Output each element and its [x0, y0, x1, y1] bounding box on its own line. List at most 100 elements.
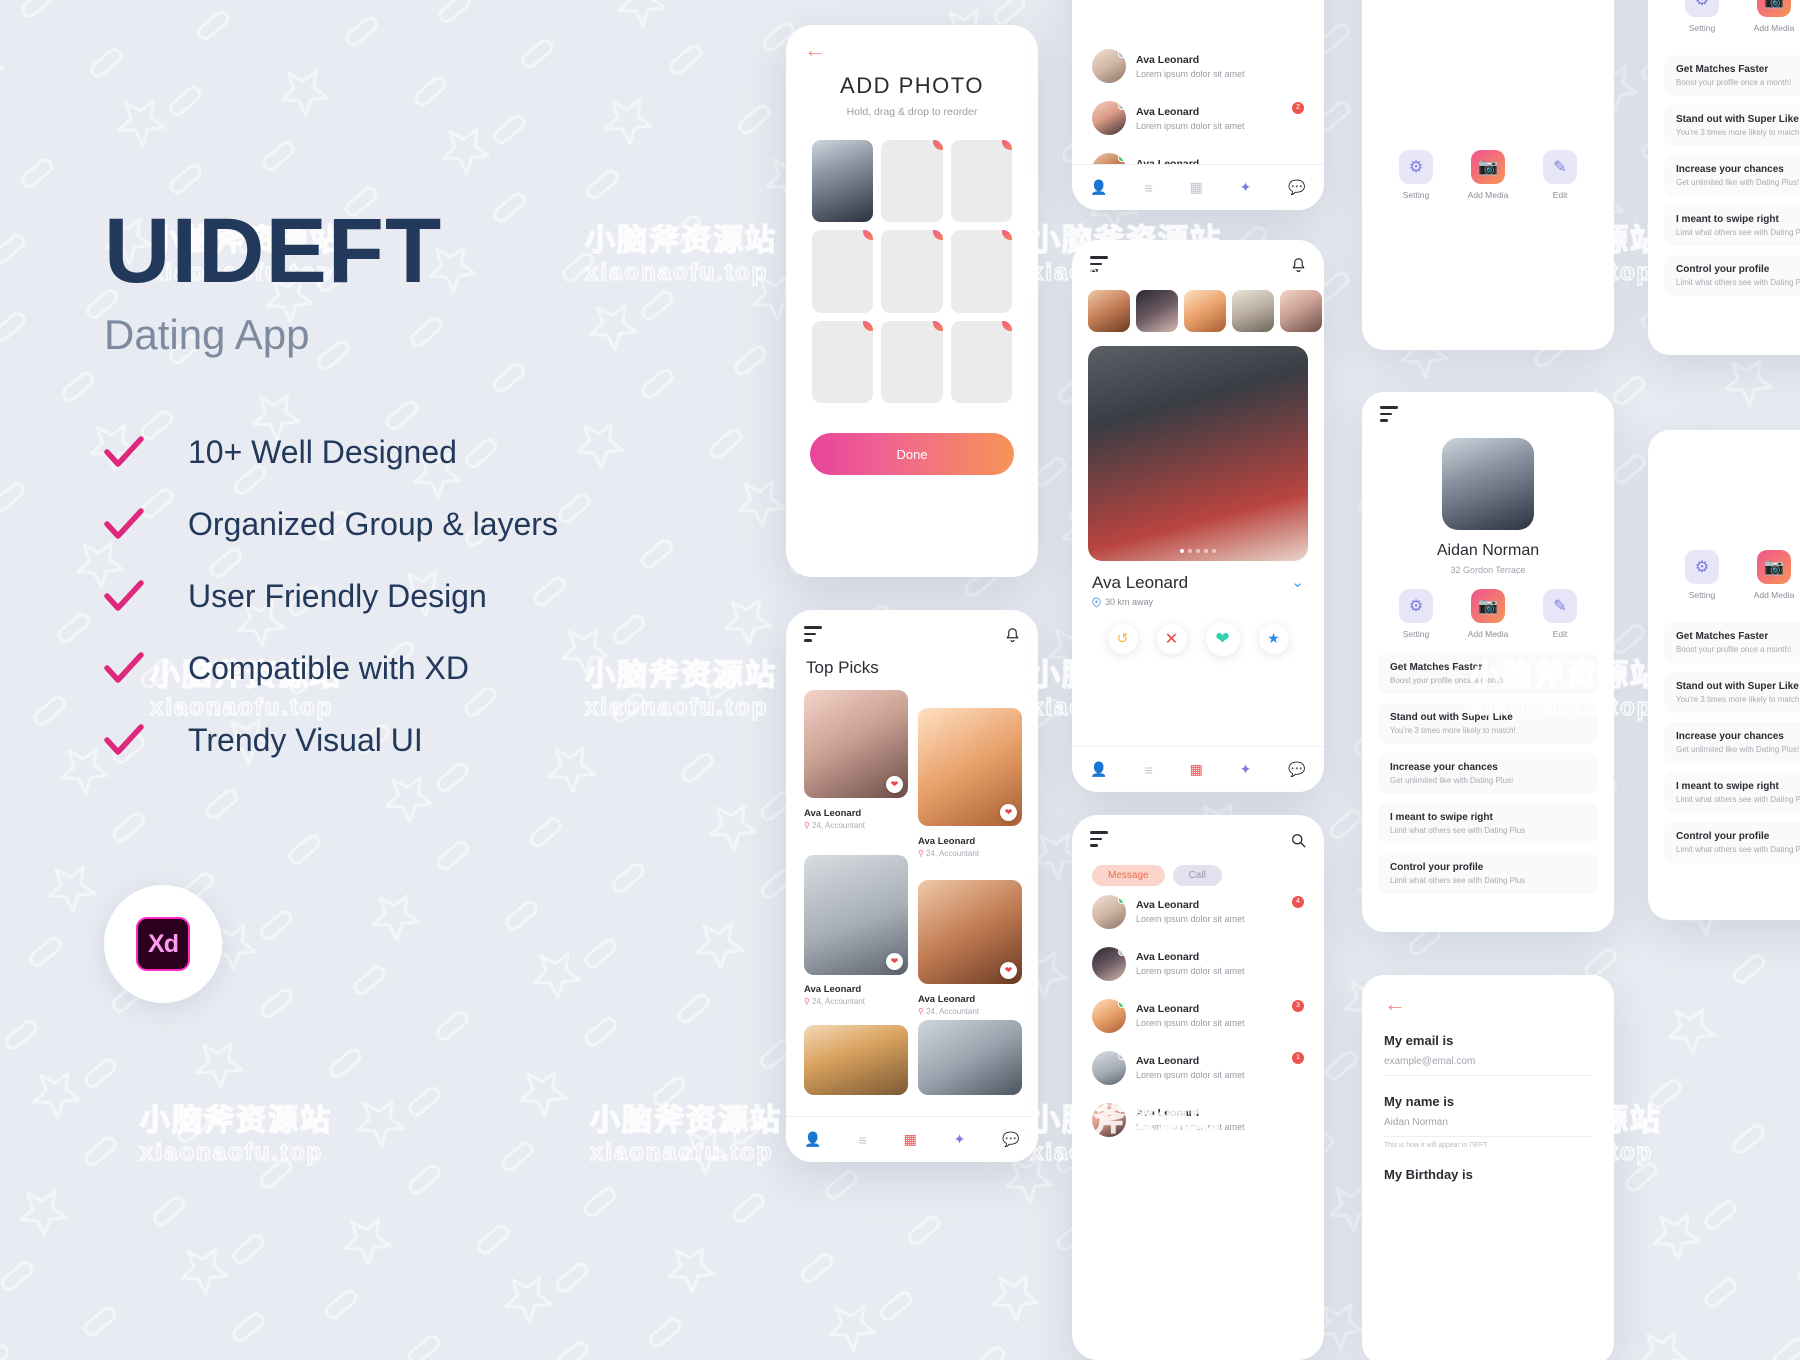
- email-field[interactable]: My email is example@emal.com: [1362, 1033, 1614, 1076]
- avatar[interactable]: [1442, 437, 1534, 530]
- edit-button[interactable]: ✎ Edit: [1528, 150, 1592, 200]
- heart-icon[interactable]: ❤: [1000, 961, 1017, 979]
- add-photo-button[interactable]: +: [863, 230, 874, 241]
- settings-card[interactable]: Get Matches Faster Boost your profile on…: [1378, 652, 1598, 694]
- pick-card[interactable]: ❤: [918, 879, 1022, 984]
- bell-icon[interactable]: [1005, 627, 1020, 644]
- settings-card[interactable]: I meant to swipe right Limit what others…: [1378, 802, 1598, 844]
- nav-filters-icon[interactable]: ≡: [859, 1132, 867, 1148]
- settings-card[interactable]: Increase your chances Get unlimited like…: [1378, 752, 1598, 794]
- match-thumb[interactable]: [1136, 289, 1178, 332]
- nav-profile-icon[interactable]: 👤: [1090, 179, 1107, 196]
- nav-sparkle-icon[interactable]: ✦: [1240, 761, 1252, 778]
- pick-card[interactable]: [804, 1024, 908, 1095]
- chat-row[interactable]: Ava Leonard Lorem ipsum dolor sit amet 3: [1072, 990, 1324, 1042]
- nav-grid-icon[interactable]: ▦: [904, 1131, 917, 1148]
- heart-icon[interactable]: ❤: [886, 775, 903, 793]
- photo-slot[interactable]: [812, 140, 874, 223]
- add-photo-button[interactable]: +: [1001, 320, 1012, 331]
- photo-slot[interactable]: +: [950, 230, 1012, 313]
- add-media-button[interactable]: 📷 Add Media: [1456, 150, 1520, 200]
- chat-row[interactable]: Ava Leonard Lorem ipsum dolor sit amet: [1072, 40, 1324, 92]
- name-field[interactable]: My name is Aidan Norman This is how it w…: [1362, 1094, 1614, 1149]
- tab-message[interactable]: Message: [1092, 864, 1165, 886]
- nav-chat-icon[interactable]: 💬: [1288, 179, 1305, 196]
- photo-slot[interactable]: +: [812, 320, 874, 404]
- pick-card[interactable]: ❤: [804, 854, 908, 975]
- nav-grid-icon[interactable]: ▦: [1190, 761, 1203, 778]
- match-thumb[interactable]: [1232, 289, 1274, 332]
- edit-button[interactable]: ✎ Edit: [1528, 588, 1592, 639]
- photo-slot[interactable]: +: [812, 230, 874, 313]
- hamburger-icon[interactable]: [1380, 406, 1596, 422]
- settings-card[interactable]: Control your profile Limit what others s…: [1664, 822, 1800, 863]
- nav-filters-icon[interactable]: ≡: [1145, 180, 1153, 196]
- nav-chat-icon[interactable]: 💬: [1002, 1131, 1019, 1148]
- add-photo-button[interactable]: +: [932, 140, 943, 150]
- settings-card[interactable]: Control your profile Limit what others s…: [1664, 255, 1800, 296]
- photo-slot[interactable]: +: [950, 320, 1012, 404]
- add-photo-button[interactable]: +: [863, 320, 874, 331]
- add-photo-button[interactable]: +: [932, 320, 943, 331]
- settings-card[interactable]: I meant to swipe right Limit what others…: [1664, 205, 1800, 246]
- settings-card[interactable]: Increase your chances Get unlimited like…: [1664, 155, 1800, 196]
- add-media-button[interactable]: 📷 Add Media: [1456, 588, 1520, 639]
- heart-icon[interactable]: ❤: [1205, 621, 1240, 656]
- heart-icon[interactable]: ❤: [886, 952, 903, 970]
- settings-card[interactable]: Get Matches Faster Boost your profile on…: [1664, 55, 1800, 96]
- match-thumb[interactable]: [1184, 289, 1226, 332]
- chat-row[interactable]: Ava Leonard Lorem ipsum dolor sit amet 1: [1072, 1042, 1324, 1094]
- nav-chat-icon[interactable]: 💬: [1288, 761, 1305, 778]
- back-arrow-icon[interactable]: ←: [786, 25, 1038, 61]
- match-thumb[interactable]: [1088, 289, 1130, 332]
- add-media-button[interactable]: 📷 Add Media: [1742, 550, 1800, 600]
- nav-profile-icon[interactable]: 👤: [1090, 761, 1107, 778]
- setting-button[interactable]: ⚙ Setting: [1384, 150, 1448, 200]
- nav-grid-icon[interactable]: ▦: [1190, 179, 1203, 196]
- settings-card[interactable]: Stand out with Super Like You're 3 times…: [1378, 702, 1598, 744]
- chat-row[interactable]: Ava Leonard Lorem ipsum dolor sit amet: [1072, 938, 1324, 990]
- photo-slot[interactable]: +: [950, 140, 1012, 223]
- done-button[interactable]: Done: [810, 433, 1014, 476]
- chevron-down-icon[interactable]: ⌄: [1291, 573, 1304, 591]
- back-arrow-icon[interactable]: ←: [1362, 975, 1614, 1015]
- add-photo-button[interactable]: +: [932, 230, 943, 241]
- add-photo-button[interactable]: +: [1001, 230, 1012, 241]
- nav-profile-icon[interactable]: 👤: [804, 1131, 821, 1148]
- undo-icon[interactable]: ↺: [1107, 623, 1138, 654]
- setting-button[interactable]: ⚙ Setting: [1670, 0, 1734, 33]
- chat-row[interactable]: Ava Leonard Lorem ipsum dolor sit amet 4: [1072, 886, 1324, 938]
- hamburger-icon[interactable]: [804, 626, 824, 646]
- tab-call[interactable]: Call: [1172, 864, 1222, 886]
- photo-slot[interactable]: +: [881, 140, 943, 223]
- nav-sparkle-icon[interactable]: ✦: [954, 1131, 966, 1148]
- settings-card[interactable]: Stand out with Super Like You're 3 times…: [1664, 672, 1800, 713]
- setting-button[interactable]: ⚙ Setting: [1384, 588, 1448, 639]
- search-icon[interactable]: [1291, 833, 1306, 848]
- pick-card[interactable]: ❤: [918, 707, 1022, 826]
- pick-card[interactable]: [918, 1019, 1022, 1095]
- settings-card[interactable]: Control your profile Limit what others s…: [1378, 852, 1598, 894]
- birthday-field[interactable]: My Birthday is: [1362, 1167, 1614, 1182]
- settings-card[interactable]: Increase your chances Get unlimited like…: [1664, 722, 1800, 763]
- match-thumb[interactable]: [1280, 289, 1322, 332]
- photo-slot[interactable]: +: [881, 320, 943, 404]
- hamburger-icon[interactable]: [1090, 256, 1110, 276]
- close-icon[interactable]: ✕: [1156, 623, 1187, 654]
- nav-sparkle-icon[interactable]: ✦: [1240, 179, 1252, 196]
- star-icon[interactable]: ★: [1258, 623, 1289, 654]
- hamburger-icon[interactable]: [1090, 831, 1110, 851]
- profile-card-photo[interactable]: [1088, 345, 1308, 561]
- pick-card[interactable]: ❤: [804, 689, 908, 798]
- setting-button[interactable]: ⚙ Setting: [1670, 550, 1734, 600]
- chat-row[interactable]: Ava Leonard Lorem ipsum dolor sit amet 2: [1072, 92, 1324, 144]
- photo-slot[interactable]: +: [881, 230, 943, 313]
- heart-icon[interactable]: ❤: [1000, 803, 1017, 821]
- settings-card[interactable]: Stand out with Super Like You're 3 times…: [1664, 105, 1800, 146]
- settings-card[interactable]: I meant to swipe right Limit what others…: [1664, 772, 1800, 813]
- bell-icon[interactable]: [1291, 257, 1306, 274]
- chat-row[interactable]: Ava Leonard Lorem ipsum dolor sit amet: [1072, 1094, 1324, 1146]
- add-media-button[interactable]: 📷 Add Media: [1742, 0, 1800, 33]
- nav-filters-icon[interactable]: ≡: [1145, 762, 1153, 778]
- settings-card[interactable]: Get Matches Faster Boost your profile on…: [1664, 622, 1800, 663]
